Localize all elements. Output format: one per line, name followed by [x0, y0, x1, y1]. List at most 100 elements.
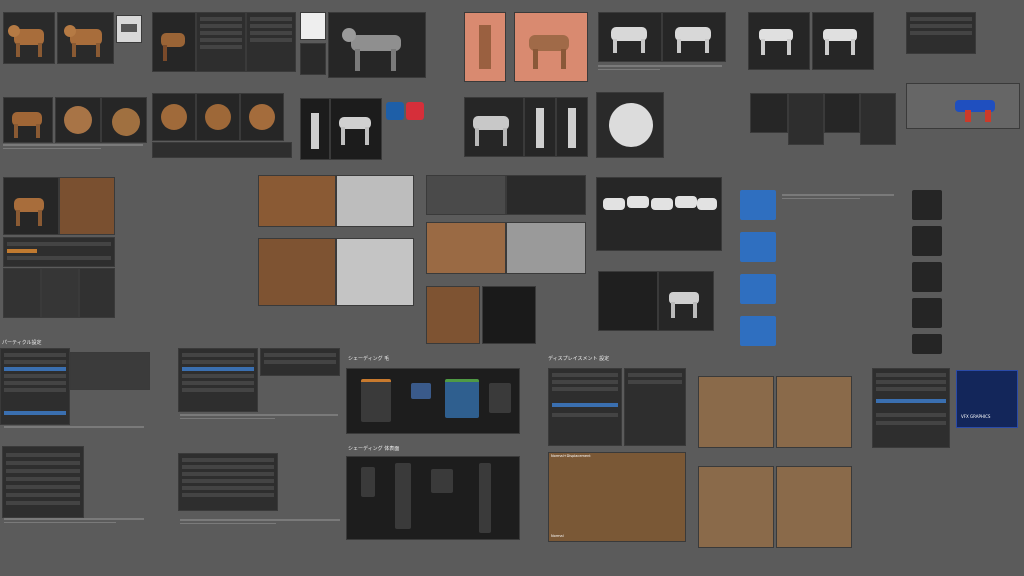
thumb-sculpt-brown-front — [464, 12, 506, 82]
thumb-compare-1 — [698, 376, 774, 448]
thumb-texture-2 — [41, 268, 79, 318]
shape-frizz-button[interactable] — [912, 262, 942, 292]
brush-comb-button[interactable] — [740, 190, 776, 220]
thumb-rig-b — [812, 12, 874, 70]
thumb-compare-2 — [776, 376, 852, 448]
node-c[interactable] — [445, 379, 479, 418]
thumb-base-small-1 — [300, 12, 326, 40]
caption-text — [180, 519, 340, 526]
brush-cut-button[interactable] — [740, 232, 776, 262]
caption-text — [4, 518, 144, 525]
panel-hair-length — [178, 453, 278, 511]
brush-puff-button[interactable] — [740, 316, 776, 346]
thumb-compare-3 — [698, 466, 774, 548]
node-e[interactable] — [361, 467, 375, 497]
section-fur-detail — [3, 168, 115, 323]
panel-rig-b — [860, 93, 896, 145]
section-title: パーティクル設定 — [2, 340, 42, 346]
section-base-model — [298, 3, 428, 78]
render-label-normal: Normal — [551, 534, 564, 538]
section-title: ディスプレイスメント 設定 — [548, 356, 610, 362]
thumb-texture-3 — [79, 268, 115, 318]
brush-length-button[interactable] — [740, 274, 776, 304]
panel-hair-amount-b — [260, 348, 340, 376]
thumb-sculpt-grey-back — [556, 97, 588, 157]
thumb-legs-white — [506, 222, 586, 274]
section-hair-amount — [178, 340, 343, 440]
panel-displacement-b — [624, 368, 686, 446]
section-head-sculpt — [596, 92, 666, 158]
thumb-head-3 — [240, 93, 284, 141]
panel-hair-strip — [152, 142, 292, 158]
render-label-normal-displacement: Normal+Displacement — [551, 454, 591, 458]
thumb-head-wire — [482, 286, 536, 344]
thumb-fur-surface-a — [258, 175, 336, 227]
node-g[interactable] — [431, 469, 453, 493]
thumb-viewport-blue — [906, 83, 1020, 129]
section-hair-length — [178, 445, 343, 540]
thumb-sculpt-side — [330, 98, 382, 160]
panel-hair-material-b — [246, 12, 296, 72]
section-vertex-groups — [0, 438, 150, 533]
section-fur-legs — [424, 166, 589, 346]
shape-noise-button[interactable] — [912, 334, 942, 354]
panel-hair-material-a — [196, 12, 246, 72]
section-top-right — [904, 3, 1022, 153]
thumb-guide-3 — [101, 97, 147, 143]
thumb-fur-surface-b — [336, 175, 414, 227]
section-fur-surface — [256, 166, 416, 316]
node-d[interactable] — [489, 383, 511, 413]
section-fur-modeling — [3, 3, 145, 64]
section-sculpt-tools — [298, 90, 428, 160]
thumb-head-fur — [426, 286, 480, 344]
section-shading-body: シェーディング 体表面 — [346, 446, 520, 541]
node-a[interactable] — [361, 379, 391, 422]
shape-clump-button[interactable] — [912, 190, 942, 220]
thumb-head-2 — [196, 93, 240, 141]
thumb-guide-2 — [55, 97, 101, 143]
section-title: シェーディング 毛 — [348, 356, 390, 362]
app-icon-blue — [386, 102, 404, 120]
caption-brush — [782, 194, 894, 201]
node-editor-body — [346, 456, 520, 540]
panel-rig-a — [788, 93, 824, 145]
thumb-rig-d — [824, 93, 860, 133]
thumb-guide-1 — [3, 97, 53, 143]
thumb-texture-1 — [3, 268, 41, 318]
section-rig-settings — [748, 84, 898, 168]
thumb-displacement-render: Normal+Displacement Normal — [548, 452, 686, 542]
section-reference-b — [462, 88, 592, 160]
thumb-legs-grey — [426, 175, 506, 215]
panel-particle-settings — [0, 348, 70, 425]
thumb-fur-head-a — [258, 238, 336, 306]
node-h[interactable] — [479, 463, 491, 533]
thumb-fur-head-b — [336, 238, 414, 306]
panel-top-right — [906, 12, 976, 54]
vfx-logo-text: VFX GRAPHICS — [961, 414, 991, 419]
thumb-rig-a — [748, 12, 810, 70]
caption-text — [4, 426, 144, 430]
panel-hair-amount — [178, 348, 258, 412]
thumb-subdivision-row — [596, 177, 722, 251]
thumb-sculpt-brown-side — [514, 12, 588, 82]
shape-curl-button[interactable] — [912, 226, 942, 256]
shape-roughness-button[interactable] — [912, 298, 942, 328]
section-sculpt-compare — [696, 356, 856, 552]
node-b[interactable] — [411, 383, 431, 399]
section-title: シェーディング 体表面 — [348, 446, 400, 452]
thumb-sculpt-grey-side — [464, 97, 524, 157]
node-f[interactable] — [395, 463, 411, 529]
panel-fur-settings — [3, 237, 115, 267]
thumb-legs-dark — [506, 175, 586, 215]
section-particles: パーティクル設定 — [0, 340, 150, 435]
panel-particle-preview — [70, 352, 150, 390]
section-shading-hair: シェーディング 毛 — [346, 356, 520, 436]
section-hair-brush — [740, 176, 900, 352]
thumb-rig-c — [750, 93, 788, 133]
thumb-topo-side-b — [662, 12, 726, 62]
section-hair-guides — [3, 88, 147, 149]
panel-final-settings — [872, 368, 950, 448]
section-final: VFX GRAPHICS — [870, 356, 1020, 516]
thumb-lioness-fur-side — [57, 12, 114, 64]
section-rig — [748, 3, 898, 83]
